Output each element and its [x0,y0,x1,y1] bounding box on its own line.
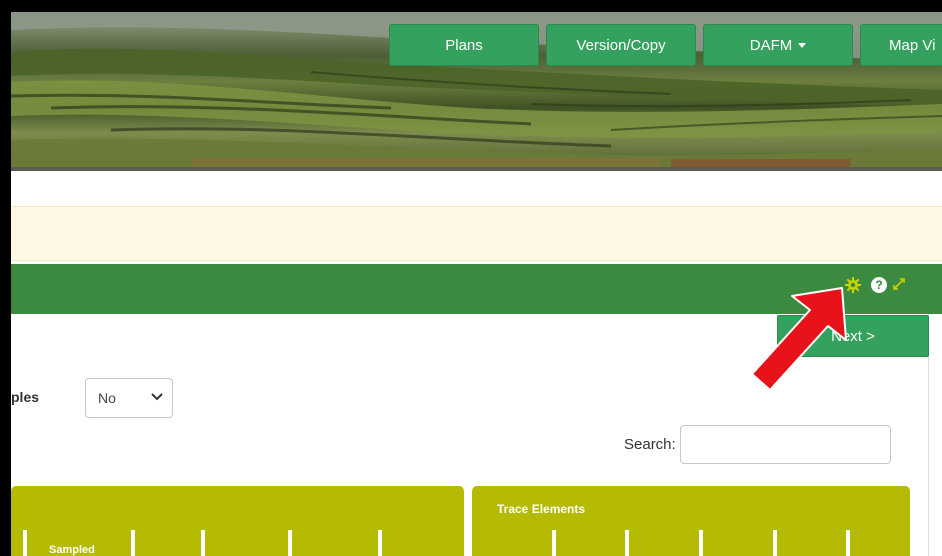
dafm-dropdown-button[interactable]: DAFM [703,24,853,66]
caret-down-icon [798,42,807,48]
plans-nav-button[interactable]: Plans [389,24,539,66]
banner-divider [11,167,942,171]
table-header-group-trace-elements [472,486,910,556]
column-divider[interactable] [23,530,27,556]
column-divider[interactable] [625,530,629,556]
annotation-arrow-icon [751,287,847,391]
version-copy-nav-label: Version/Copy [576,36,666,54]
samples-label: ples [11,389,40,405]
column-divider[interactable] [773,530,777,556]
column-divider[interactable] [288,530,292,556]
search-input[interactable] [680,425,891,464]
header-banner-image: Plans Version/Copy DAFM Map Vi [11,12,942,167]
column-divider[interactable] [378,530,382,556]
chevron-down-icon [151,393,163,401]
question-circle-icon[interactable]: ? [871,277,887,293]
sampled-column-header: Sampled [49,544,95,556]
samples-select-value: No [98,390,116,406]
map-view-nav-label: Map Vi [889,36,936,54]
plans-nav-label: Plans [445,36,483,54]
trace-elements-header: Trace Elements [497,502,586,516]
dafm-nav-label: DAFM [749,36,793,54]
column-divider[interactable] [846,530,850,556]
column-divider[interactable] [552,530,556,556]
expand-icon[interactable] [891,276,907,292]
column-divider[interactable] [131,530,135,556]
column-divider[interactable] [699,530,703,556]
search-label: Search: [624,436,676,453]
map-view-nav-button[interactable]: Map Vi [860,24,942,66]
version-copy-nav-button[interactable]: Version/Copy [546,24,696,66]
notice-bar [11,206,942,261]
app-frame: Plans Version/Copy DAFM Map Vi ? Next > … [11,12,942,556]
column-divider[interactable] [201,530,205,556]
help-glyph: ? [875,278,883,292]
